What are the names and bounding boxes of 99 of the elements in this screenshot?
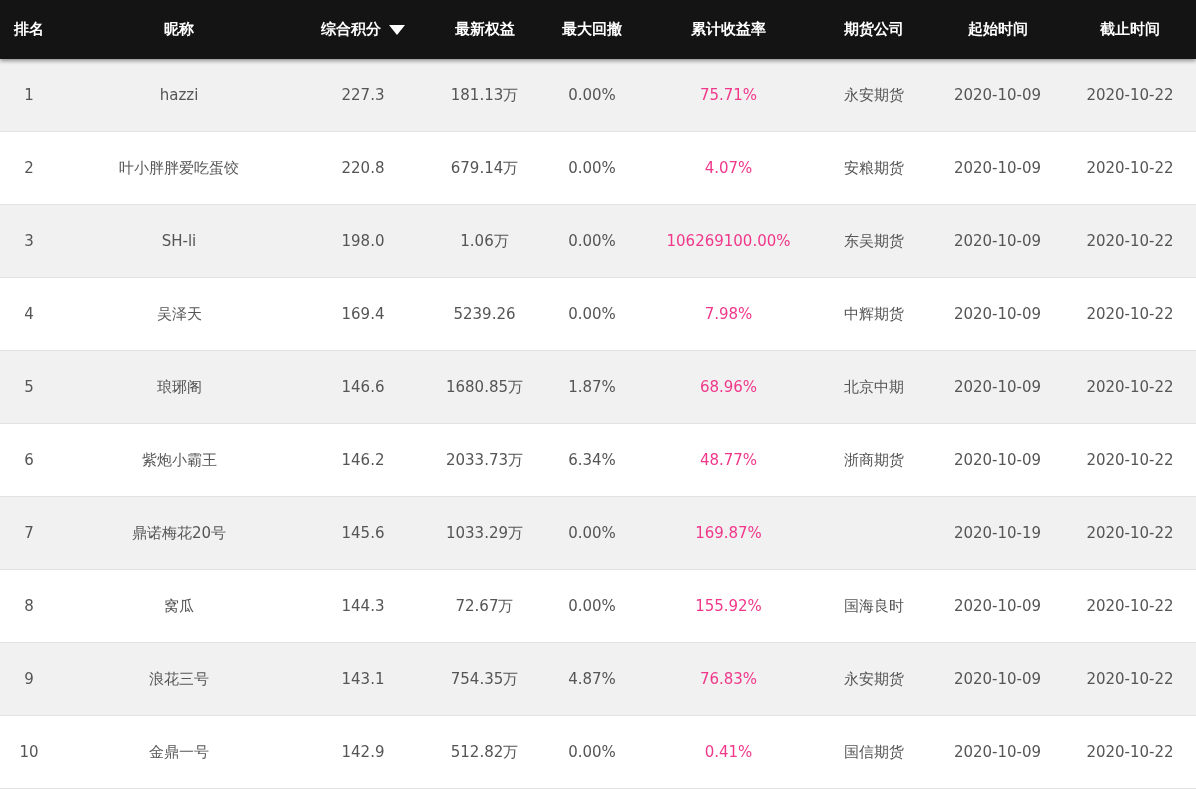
table-cell-text: 安粮期货 [842,157,905,179]
table-cell-text: 2020-10-22 [1085,523,1175,544]
table-cell-text: 4 [23,304,35,325]
table-cell-text: 4.07% [703,158,754,179]
column-header[interactable]: 累计收益率 [641,0,816,59]
table-cell-text: SH-li [160,231,198,252]
column-header[interactable]: 昵称 [58,0,300,59]
table-cell-text: 浙商期货 [842,449,905,471]
table-cell-text: 1.87% [567,377,617,398]
table-cell-text: 169.87% [694,523,763,544]
table-cell-text: 2020-10-09 [952,596,1043,617]
table-cell-text: 2033.73万 [445,449,524,471]
table-cell-text: 1.06万 [459,230,510,252]
table-cell-text: 金鼎一号 [148,741,210,763]
table-cell-text: 2020-10-09 [952,669,1043,690]
table-cell-text: 169.4 [340,304,386,325]
table-cell-text: 754.35万 [449,668,520,690]
table-cell-text: 144.3 [340,596,386,617]
table-cell-text: hazzi [158,85,200,106]
table-cell-text: 紫炮小霸王 [140,449,218,471]
table-cell-text: 叶小胖胖爱吃蛋饺 [118,157,240,179]
table-cell-text: 512.82万 [449,741,520,763]
table-cell-text: 0.00% [567,742,617,763]
table-cell-text: 9 [23,669,35,690]
table-cell-text: 2020-10-09 [952,85,1043,106]
table-cell-text: 155.92% [694,596,763,617]
table-cell-text: 永安期货 [842,84,905,106]
table-cell-text: 181.13万 [449,84,520,106]
table-cell-text: 0.41% [703,742,754,763]
table-cell-text: 2020-10-22 [1085,85,1175,106]
table-cell-text: 2020-10-22 [1085,742,1175,763]
table-cell-text: 2020-10-22 [1085,596,1175,617]
table-cell-text: 7 [23,523,35,544]
table-cell-text: 2020-10-19 [952,523,1043,544]
table-cell-text: 2020-10-09 [952,377,1043,398]
table-cell-text: 1033.29万 [445,522,524,544]
table-cell-text: 220.8 [340,158,386,179]
table-cell-text: 5 [23,377,35,398]
column-header[interactable]: 排名 [0,0,58,59]
table-cell-text: 10 [18,742,40,763]
table-cell-text: 75.71% [698,85,759,106]
column-header[interactable]: 截止时间 [1064,0,1196,59]
table-cell-text: 国信期货 [842,741,905,763]
table-cell-text: 2020-10-22 [1085,231,1175,252]
table-cell-text: 北京中期 [842,376,905,398]
table-cell-text: 76.83% [698,669,759,690]
table-cell-text: 2020-10-09 [952,742,1043,763]
table-cell-text: 679.14万 [449,157,520,179]
table-cell-text: 145.6 [340,523,386,544]
sort-descending-icon[interactable] [389,24,405,35]
table-cell-text: 永安期货 [842,668,905,690]
table-cell-text: 7.98% [703,304,754,325]
table-cell-text: 6 [23,450,35,471]
table-cell-text: 5239.26 [452,304,517,325]
table-cell-text: 0.00% [567,523,617,544]
table-cell-text: 2020-10-22 [1085,304,1175,325]
table-cell-text: 143.1 [340,669,386,690]
table-cell-text: 国海良时 [842,595,905,617]
table-cell-text: 2020-10-09 [952,158,1043,179]
table-cell-text: 窝瓜 [163,595,195,617]
table-cell-text: 2020-10-22 [1085,377,1175,398]
table-cell-text: 4.87% [567,669,617,690]
table-cell-text: 1 [23,85,35,106]
table-cell-text: 2020-10-22 [1085,450,1175,471]
table-cell-text: 0.00% [567,596,617,617]
column-header[interactable]: 综合积分 [300,0,426,59]
table-cell-text: 中辉期货 [842,303,905,325]
table-cell-text: 2020-10-09 [952,304,1043,325]
column-header[interactable]: 最大回撤 [543,0,641,59]
table-cell-text: 0.00% [567,304,617,325]
table-cell-text: 2020-10-09 [952,231,1043,252]
table-cell-text: 142.9 [340,742,386,763]
table-cell-text: 2 [23,158,35,179]
table-cell-text: 琅琊阁 [155,376,203,398]
column-header[interactable]: 期货公司 [816,0,931,59]
table-cell-text: 106269100.00% [665,231,792,252]
table-cell-text: 72.67万 [454,595,515,617]
table-cell-text: 鼎诺梅花20号 [130,522,228,544]
table-cell-text: 浪花三号 [148,668,210,690]
table-cell-text: 6.34% [567,450,617,471]
table-cell-text: 2020-10-22 [1085,669,1175,690]
table-cell-text: 2020-10-22 [1085,158,1175,179]
table-cell-text: 0.00% [567,231,617,252]
table-cell-text: 8 [23,596,35,617]
table-cell-text: 227.3 [340,85,386,106]
table-cell-text: 198.0 [340,231,386,252]
table-cell-text: 0.00% [567,158,617,179]
table-cell-text: 48.77% [698,450,759,471]
table-cell-text: 0.00% [567,85,617,106]
table-cell-text: 2020-10-09 [952,450,1043,471]
column-header[interactable]: 起始时间 [931,0,1064,59]
column-header[interactable]: 最新权益 [426,0,543,59]
table-cell-text: 吴泽天 [155,303,203,325]
table-cell-text: 东吴期货 [842,230,905,252]
table-cell-text: 1680.85万 [445,376,524,398]
table-cell-text: 3 [23,231,35,252]
table-cell-text: 146.6 [340,377,386,398]
table-cell-text: 68.96% [698,377,759,398]
table-cell-text: 146.2 [340,450,386,471]
